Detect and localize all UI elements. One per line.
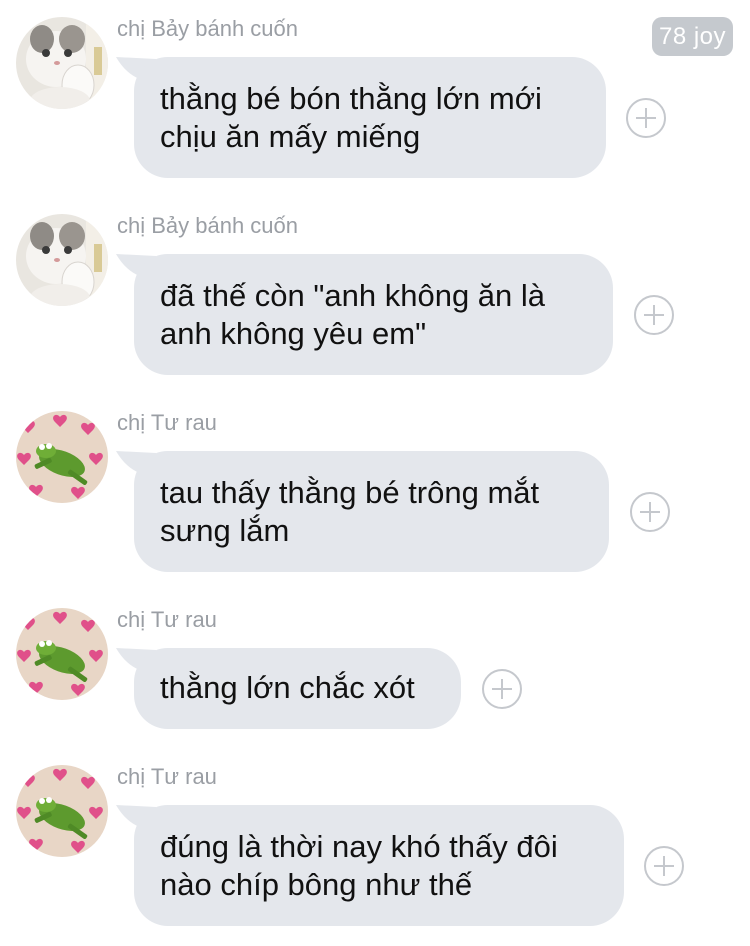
message-bubble[interactable]: đúng là thời nay khó thấy đôi nào chíp b…: [134, 805, 624, 926]
sender-name: chị Tư rau: [117, 764, 217, 789]
sender-name: chị Bảy bánh cuốn: [117, 213, 299, 238]
message-line: thằng lớn chắc xót: [160, 670, 415, 705]
add-reaction-icon[interactable]: [634, 295, 674, 335]
frog-hearts-avatar[interactable]: [16, 608, 108, 700]
message-bubble[interactable]: thằng bé bón thằng lớn mới chịu ăn mấy m…: [134, 57, 606, 178]
message-line: đúng là thời nay khó thấy đôi: [160, 829, 558, 864]
message-line: nào chíp bông như thế: [160, 867, 473, 902]
joy-count-badge[interactable]: 78 joy: [652, 17, 733, 56]
add-reaction-icon[interactable]: [630, 492, 670, 532]
frog-hearts-avatar[interactable]: [16, 411, 108, 503]
sender-name: chị Bảy bánh cuốn: [117, 16, 299, 41]
add-reaction-icon[interactable]: [482, 669, 522, 709]
message-line: anh không yêu em": [160, 316, 427, 351]
frog-hearts-avatar[interactable]: [16, 765, 108, 857]
message-line: chịu ăn mấy miếng: [160, 119, 421, 154]
add-reaction-icon[interactable]: [626, 98, 666, 138]
cat-avatar[interactable]: [16, 214, 108, 306]
message-bubble[interactable]: tau thấy thằng bé trông mắt sưng lắm: [134, 451, 609, 572]
message-line: thằng bé bón thằng lớn mới: [160, 81, 542, 116]
message-line: đã thế còn "anh không ăn là: [160, 278, 546, 313]
message-bubble[interactable]: thằng lớn chắc xót: [134, 648, 461, 729]
sender-name: chị Tư rau: [117, 607, 217, 632]
message-line: tau thấy thằng bé trông mắt: [160, 475, 540, 510]
add-reaction-icon[interactable]: [644, 846, 684, 886]
cat-avatar[interactable]: [16, 17, 108, 109]
message-bubble[interactable]: đã thế còn "anh không ăn là anh không yê…: [134, 254, 613, 375]
message-line: sưng lắm: [160, 513, 290, 548]
sender-name: chị Tư rau: [117, 410, 217, 435]
